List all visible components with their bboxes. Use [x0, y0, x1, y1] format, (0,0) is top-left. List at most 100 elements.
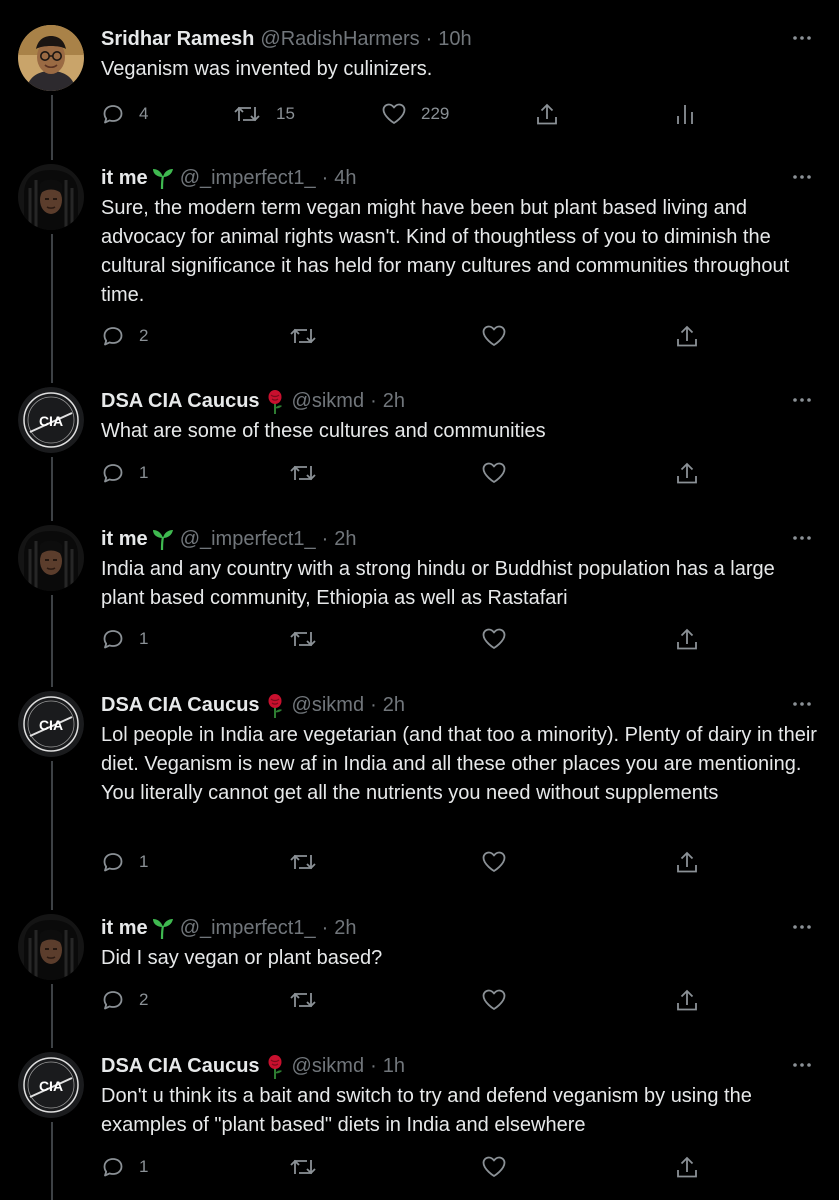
username-handle[interactable]: @sikmd — [292, 1052, 365, 1080]
tweet-text: Sure, the modern term vegan might have b… — [101, 197, 790, 306]
like-button[interactable] — [481, 627, 507, 651]
share-button[interactable] — [675, 461, 699, 487]
share-button[interactable] — [675, 988, 699, 1014]
analytics-button[interactable] — [673, 102, 697, 128]
separator-dot: · — [321, 528, 329, 550]
reply-button[interactable]: 1 — [101, 461, 148, 485]
like-button[interactable]: 229 — [381, 102, 449, 126]
retweet-button[interactable]: 15 — [232, 102, 295, 126]
reply-count: 1 — [139, 629, 149, 648]
share-button[interactable] — [675, 850, 699, 876]
share-button[interactable] — [675, 324, 699, 350]
like-button[interactable] — [481, 324, 507, 348]
sprout-emoji-icon — [152, 916, 174, 940]
tweet-thread: Sridhar Ramesh @RadishHarmers · 10h Veganism… — [0, 0, 839, 1200]
avatar[interactable] — [18, 25, 84, 91]
analytics-icon — [673, 102, 697, 128]
heart-icon — [481, 1155, 507, 1179]
more-options-icon[interactable] — [791, 389, 813, 411]
reply-button[interactable]: 4 — [101, 102, 148, 126]
tweet-header: DSA CIA Caucus @sikmd · 2h — [101, 691, 405, 719]
share-button[interactable] — [675, 1155, 699, 1181]
timestamp[interactable]: 2h — [383, 691, 405, 719]
share-button[interactable] — [675, 627, 699, 653]
separator-dot: · — [425, 28, 433, 50]
more-options-icon[interactable] — [791, 27, 813, 49]
reply-button[interactable]: 2 — [101, 988, 148, 1012]
more-options-icon[interactable] — [791, 166, 813, 188]
retweet-button[interactable] — [288, 324, 318, 348]
avatar[interactable] — [18, 164, 84, 230]
separator-dot: · — [321, 917, 329, 939]
thread-connector-line — [51, 761, 53, 910]
display-name[interactable]: it me — [101, 914, 148, 942]
thread-connector-line — [51, 234, 53, 383]
tweet-actions: 2 — [101, 324, 741, 354]
tweet-header: DSA CIA Caucus @sikmd · 1h — [101, 1052, 405, 1080]
timestamp[interactable]: 2h — [334, 914, 356, 942]
retweet-button[interactable] — [288, 850, 318, 874]
rose-emoji-icon — [264, 693, 286, 718]
like-button[interactable] — [481, 1155, 507, 1179]
reply-icon — [101, 627, 125, 651]
reply-button[interactable]: 1 — [101, 627, 148, 651]
timestamp[interactable]: 2h — [334, 525, 356, 553]
avatar-cia-logo[interactable]: CIA — [18, 1052, 84, 1118]
reply-count: 1 — [139, 1157, 149, 1176]
tweet-text: Lol people in India are vegetarian (and … — [101, 724, 817, 804]
display-name[interactable]: it me — [101, 164, 148, 192]
display-name[interactable]: DSA CIA Caucus — [101, 387, 260, 415]
heart-icon — [381, 102, 407, 126]
avatar-cia-logo[interactable]: CIA — [18, 691, 84, 757]
timestamp[interactable]: 1h — [383, 1052, 405, 1080]
username-handle[interactable]: @RadishHarmers — [260, 25, 419, 53]
thread-connector-line — [51, 984, 53, 1048]
timestamp[interactable]: 2h — [383, 387, 405, 415]
reply-icon — [101, 324, 125, 348]
retweet-button[interactable] — [288, 461, 318, 485]
reply-button[interactable]: 1 — [101, 1155, 148, 1179]
tweet-text: Veganism was invented by culinizers. — [101, 58, 433, 80]
retweet-count: 15 — [276, 104, 295, 123]
tweet-header: Sridhar Ramesh @RadishHarmers · 10h — [101, 25, 472, 53]
heart-icon — [481, 850, 507, 874]
display-name[interactable]: DSA CIA Caucus — [101, 1052, 260, 1080]
username-handle[interactable]: @_imperfect1_ — [180, 525, 316, 553]
username-handle[interactable]: @_imperfect1_ — [180, 164, 316, 192]
tweet-actions: 1 — [101, 627, 741, 657]
username-handle[interactable]: @sikmd — [292, 387, 365, 415]
heart-icon — [481, 461, 507, 485]
like-button[interactable] — [481, 461, 507, 485]
tweet-text: What are some of these cultures and comm… — [101, 420, 546, 442]
reply-button[interactable]: 2 — [101, 324, 148, 348]
retweet-button[interactable] — [288, 988, 318, 1012]
tweet-actions: 1 — [101, 461, 741, 491]
retweet-button[interactable] — [288, 1155, 318, 1179]
username-handle[interactable]: @sikmd — [292, 691, 365, 719]
share-button[interactable] — [535, 102, 559, 128]
retweet-icon — [288, 988, 318, 1012]
retweet-icon — [288, 324, 318, 348]
timestamp[interactable]: 10h — [438, 25, 471, 53]
thread-connector-line — [51, 457, 53, 521]
like-button[interactable] — [481, 988, 507, 1012]
display-name[interactable]: Sridhar Ramesh — [101, 25, 254, 53]
more-options-icon[interactable] — [791, 527, 813, 549]
timestamp[interactable]: 4h — [334, 164, 356, 192]
svg-text:CIA: CIA — [39, 1078, 63, 1094]
more-options-icon[interactable] — [791, 1054, 813, 1076]
more-options-icon[interactable] — [791, 693, 813, 715]
reply-button[interactable]: 1 — [101, 850, 148, 874]
more-options-icon[interactable] — [791, 916, 813, 938]
reply-count: 2 — [139, 326, 149, 345]
separator-dot: · — [370, 1055, 377, 1077]
retweet-button[interactable] — [288, 627, 318, 651]
avatar-cia-logo[interactable]: CIA — [18, 387, 84, 453]
thread-connector-line — [51, 1122, 53, 1200]
display-name[interactable]: it me — [101, 525, 148, 553]
avatar[interactable] — [18, 914, 84, 980]
username-handle[interactable]: @_imperfect1_ — [180, 914, 316, 942]
avatar[interactable] — [18, 525, 84, 591]
like-button[interactable] — [481, 850, 507, 874]
display-name[interactable]: DSA CIA Caucus — [101, 691, 260, 719]
